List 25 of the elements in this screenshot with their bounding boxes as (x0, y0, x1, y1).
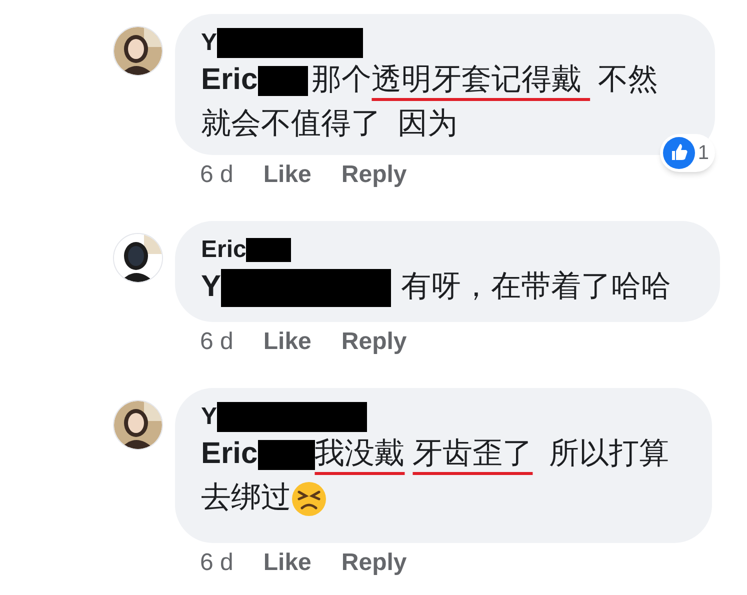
timestamp: 6 d (200, 548, 234, 578)
mention-link[interactable]: Eric (201, 437, 258, 470)
author-name[interactable]: Y (201, 28, 218, 58)
mention-link[interactable]: Y (201, 270, 222, 303)
timestamp: 6 d (200, 160, 234, 190)
author-name[interactable]: Y (201, 402, 218, 432)
action-link[interactable]: Reply (341, 326, 407, 358)
redaction-bar (258, 440, 315, 470)
thumbs-up-icon (662, 137, 695, 169)
reaction-count: 1 (698, 141, 709, 166)
action-link[interactable]: Reply (341, 159, 407, 191)
action-link[interactable]: Like (263, 159, 312, 191)
mention-link[interactable]: Eric (201, 63, 258, 96)
timestamp: 6 d (200, 327, 234, 357)
comment-text: Eric 那个透明牙套记得戴 不然就会不值得了 因为 (201, 62, 660, 142)
reaction-badge[interactable]: 1 (660, 134, 715, 172)
persevering-face-icon (291, 481, 327, 518)
redaction-bar (246, 238, 292, 262)
action-link[interactable]: Like (263, 547, 312, 579)
action-link[interactable]: Like (263, 326, 312, 358)
author-name[interactable]: Eric (201, 235, 246, 265)
action-link[interactable]: Reply (341, 547, 407, 579)
comment-text: Eric 我没戴 牙齿歪了 所以打算去绑过 (201, 432, 676, 520)
comment-text: Y 有呀，在带着了哈哈 (201, 265, 684, 309)
redaction-bar (258, 66, 308, 96)
